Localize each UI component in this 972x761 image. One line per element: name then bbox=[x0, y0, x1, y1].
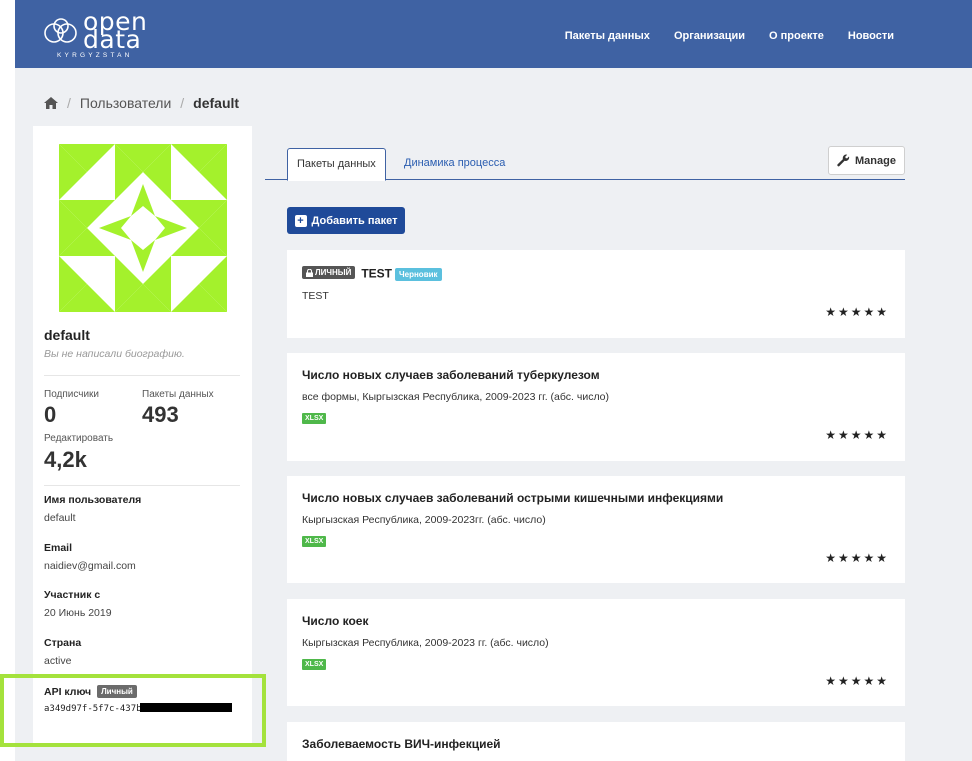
dataset-item: Число коек Кыргызская Республика, 2009-2… bbox=[287, 599, 905, 706]
nav-about[interactable]: О проекте bbox=[769, 30, 824, 42]
lock-icon bbox=[306, 268, 313, 277]
nav-news[interactable]: Новости bbox=[848, 30, 894, 42]
profile-sidebar: default Вы не написали биографию. Подпис… bbox=[33, 126, 252, 746]
dataset-title[interactable]: Число коек bbox=[302, 614, 368, 628]
add-dataset-label: Добавить пакет bbox=[311, 214, 398, 227]
top-navbar: open data KYRGYZSTAN Пакеты данных Орган… bbox=[15, 0, 972, 68]
datasets-count-label: Пакеты данных bbox=[142, 389, 214, 400]
plus-icon: + bbox=[294, 214, 307, 227]
member-since-value: 20 Июнь 2019 bbox=[44, 607, 112, 619]
edits-label: Редактировать bbox=[44, 433, 114, 444]
dataset-item: Число новых случаев заболеваний туберкул… bbox=[287, 353, 905, 461]
avatar bbox=[59, 144, 227, 312]
format-badge[interactable]: XLSX bbox=[302, 536, 327, 547]
site-logo[interactable]: open data KYRGYZSTAN bbox=[43, 9, 163, 62]
draft-badge: Черновик bbox=[395, 267, 442, 281]
page-margin bbox=[0, 0, 15, 761]
tab-activity-stream[interactable]: Динамика процесса bbox=[404, 148, 505, 179]
private-label-text: ЛИЧНЫЙ bbox=[315, 268, 352, 277]
profile-bio: Вы не написали биографию. bbox=[44, 348, 185, 360]
dataset-title-row: ЛИЧНЫЙ TEST Черновик bbox=[302, 266, 442, 281]
datasets-count: 493 bbox=[142, 402, 179, 427]
dataset-description: TEST bbox=[302, 290, 329, 302]
username-label: Имя пользователя bbox=[44, 494, 142, 506]
profile-name: default bbox=[44, 327, 90, 343]
divider bbox=[44, 375, 240, 376]
email-label: Email bbox=[44, 542, 73, 554]
nav-organizations[interactable]: Организации bbox=[674, 30, 745, 42]
dataset-title[interactable]: TEST bbox=[361, 267, 392, 281]
dataset-title[interactable]: Число новых случаев заболеваний туберкул… bbox=[302, 368, 600, 382]
member-since-label: Участник с bbox=[44, 589, 101, 601]
state-label: Страна bbox=[44, 637, 82, 649]
dataset-title[interactable]: Заболеваемость ВИЧ-инфекцией bbox=[302, 737, 501, 751]
format-badge[interactable]: XLSX bbox=[302, 659, 327, 670]
dataset-item: ЛИЧНЫЙ TEST Черновик TEST ★★★★★ bbox=[287, 250, 905, 338]
breadcrumb-separator: / bbox=[180, 95, 185, 111]
nav-datasets[interactable]: Пакеты данных bbox=[565, 30, 650, 42]
dataset-description: все формы, Кыргызская Республика, 2009-2… bbox=[302, 391, 610, 403]
followers-count: 0 bbox=[44, 402, 57, 427]
rating-stars: ★★★★★ bbox=[825, 674, 889, 688]
main-nav: Пакеты данных Организации О проекте Ново… bbox=[565, 30, 894, 42]
breadcrumb-separator: / bbox=[67, 95, 71, 111]
dataset-description: Кыргызская Республика, 2009-2023гг. (абс… bbox=[302, 514, 546, 526]
highlight-box bbox=[0, 674, 266, 747]
add-dataset-button[interactable]: + Добавить пакет bbox=[287, 207, 405, 234]
content-tabs: Пакеты данных Динамика процесса bbox=[265, 148, 905, 181]
dataset-item: Заболеваемость ВИЧ-инфекцией bbox=[287, 722, 905, 761]
followers-label: Подписчики bbox=[44, 389, 100, 400]
logo-country: KYRGYZSTAN bbox=[57, 52, 133, 59]
dataset-description: Кыргызская Республика, 2009-2023 гг. (аб… bbox=[302, 637, 549, 649]
manage-button[interactable]: Manage bbox=[828, 146, 905, 175]
logo-data: data bbox=[83, 25, 142, 54]
format-badge[interactable]: XLSX bbox=[302, 413, 327, 424]
tab-datasets[interactable]: Пакеты данных bbox=[287, 148, 386, 181]
state-value: active bbox=[44, 655, 72, 667]
rating-stars: ★★★★★ bbox=[825, 551, 889, 565]
breadcrumb: / Пользователи / default bbox=[44, 95, 239, 111]
edits-count: 4,2k bbox=[44, 447, 87, 472]
divider bbox=[44, 485, 240, 486]
rating-stars: ★★★★★ bbox=[825, 428, 889, 442]
private-label: ЛИЧНЫЙ bbox=[302, 266, 356, 279]
home-icon[interactable] bbox=[44, 97, 58, 109]
breadcrumb-current: default bbox=[193, 95, 240, 111]
wrench-icon bbox=[837, 154, 850, 167]
email-value: naidiev@gmail.com bbox=[44, 560, 136, 572]
dataset-title[interactable]: Число новых случаев заболеваний острыми … bbox=[302, 491, 723, 505]
dataset-item: Число новых случаев заболеваний острыми … bbox=[287, 476, 905, 583]
manage-label: Manage bbox=[855, 154, 896, 167]
rating-stars: ★★★★★ bbox=[825, 305, 889, 319]
breadcrumb-users[interactable]: Пользователи bbox=[80, 95, 171, 111]
username-value: default bbox=[44, 512, 76, 524]
logo-circles-icon bbox=[44, 18, 77, 43]
